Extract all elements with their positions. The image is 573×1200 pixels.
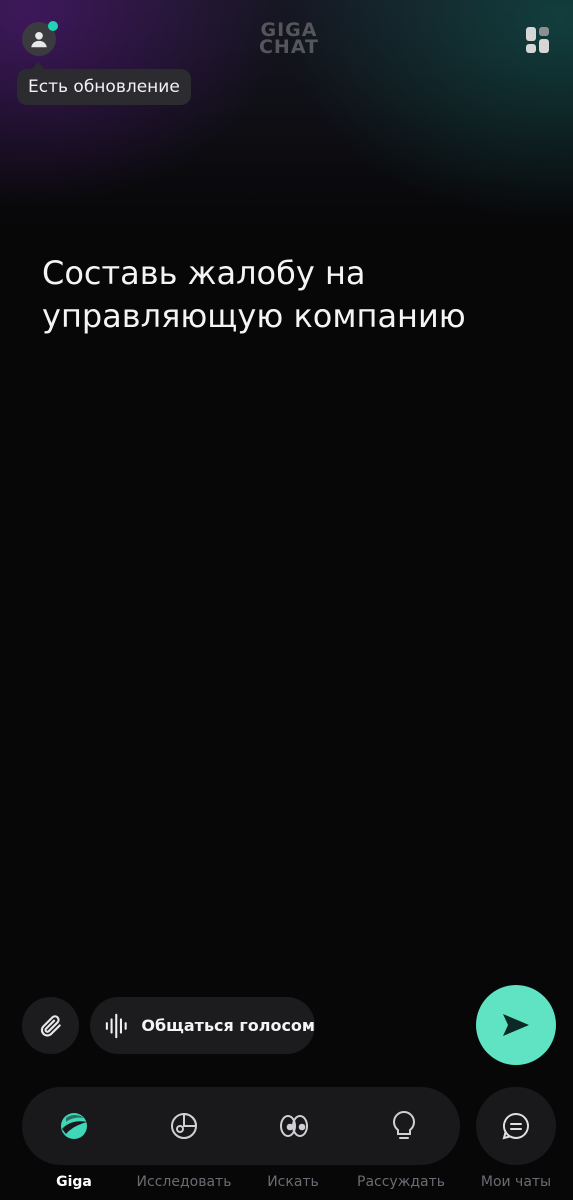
gigachat-screen: Есть обновление GIGA CHAT Составь жалобу…	[0, 0, 573, 1200]
lightbulb-icon	[393, 1110, 415, 1139]
apps-grid-button[interactable]	[522, 24, 554, 56]
explore-icon	[171, 1112, 198, 1139]
apps-grid-icon	[526, 27, 536, 41]
logo-line-2: CHAT	[258, 36, 320, 58]
nav-item-search[interactable]	[276, 1108, 312, 1144]
giga-logo-icon	[61, 1113, 87, 1139]
nav-label-explore: Исследовать	[136, 1174, 232, 1190]
nav-item-explore[interactable]	[166, 1108, 202, 1144]
prompt-line-2: управляющую компанию	[42, 297, 466, 335]
profile-button[interactable]	[22, 21, 58, 56]
eyes-icon	[280, 1115, 308, 1137]
nav-label-giga: Giga	[56, 1174, 92, 1190]
voice-chat-label: Общаться голосом	[141, 1016, 315, 1035]
prompt-line-1: Составь жалобу на	[42, 254, 366, 292]
nav-item-giga[interactable]	[56, 1108, 92, 1144]
update-notification-dot	[48, 21, 58, 31]
nav-label-my-chats: Мои чаты	[480, 1174, 552, 1190]
paperclip-icon	[40, 1014, 61, 1037]
nav-item-reason[interactable]	[386, 1108, 422, 1144]
nav-item-my-chats[interactable]	[476, 1087, 556, 1165]
prompt-suggestion[interactable]: Составь жалобу на управляющую компанию	[42, 252, 542, 338]
send-button[interactable]	[476, 985, 556, 1065]
user-icon	[31, 31, 47, 48]
chat-bubble-icon	[502, 1113, 529, 1140]
nav-label-search: Искать	[267, 1174, 319, 1190]
voice-chat-button[interactable]: Общаться голосом	[90, 997, 315, 1054]
soundwave-icon	[105, 1013, 127, 1038]
nav-label-reason: Рассуждать	[357, 1174, 445, 1190]
attach-button[interactable]	[22, 997, 79, 1054]
update-tooltip[interactable]: Есть обновление	[17, 69, 191, 105]
gigachat-logo: GIGA CHAT	[239, 21, 339, 58]
send-arrow-icon	[503, 1014, 529, 1036]
